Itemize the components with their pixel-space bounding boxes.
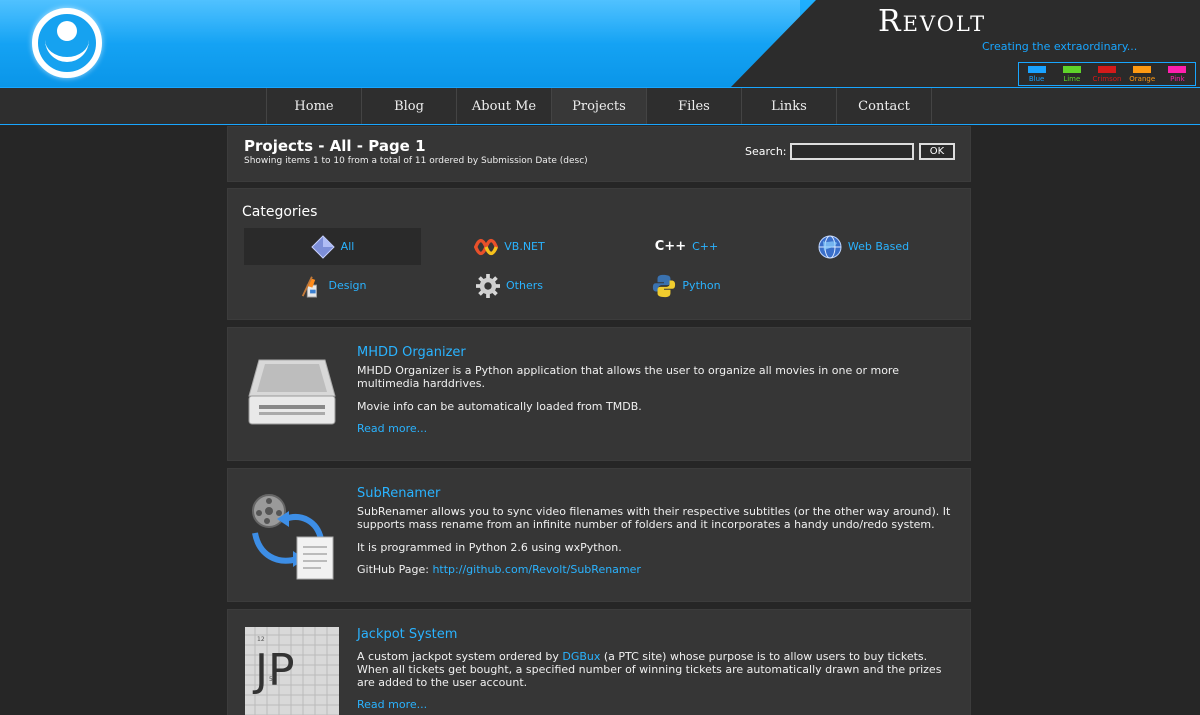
theme-crimson-label: Crimson [1092,75,1122,83]
category-cpp[interactable]: C++ C++ [598,228,775,265]
categories-heading: Categories [242,204,318,220]
header-gloss [0,0,800,44]
project-title[interactable]: SubRenamer [357,486,440,501]
globe-icon [818,235,842,259]
project-description-part: A custom jackpot system ordered by [357,650,559,663]
category-web-based-label: Web Based [847,240,910,253]
project-description: MHDD Organizer is a Python application t… [357,364,899,390]
github-label: GitHub Page: [357,563,429,576]
category-all[interactable]: All [244,228,421,265]
project-card: 12 53 JP Jackpot System A custom jackpot… [227,609,971,715]
nav-links[interactable]: Links [742,88,837,124]
diamond-icon [310,234,335,259]
project-description-extra: Movie info can be automatically loaded f… [357,400,642,413]
theme-orange-label: Orange [1129,75,1156,83]
cpp-logo-icon: C++ [654,239,687,254]
theme-switcher: Blue Lime Crimson Orange Pink [1018,62,1196,86]
nav-home[interactable]: Home [267,88,362,124]
theme-blue-label: Blue [1028,75,1045,83]
nav-projects[interactable]: Projects [552,88,647,124]
theme-pink[interactable]: Pink [1163,65,1192,83]
category-others[interactable]: Others [421,267,598,304]
read-more-link[interactable]: Read more... [357,698,427,711]
page-subtitle: Showing items 1 to 10 from a total of 11… [244,156,588,166]
python-icon [652,274,676,298]
search-input[interactable] [790,143,914,160]
paint-brush-icon [299,274,323,298]
main-nav: Home Blog About Me Projects Files Links … [0,87,1200,125]
dgbux-link[interactable]: DGBux [562,650,600,663]
category-web-based[interactable]: Web Based [775,228,952,265]
tagline: Creating the extraordinary... [982,40,1138,53]
read-more-link[interactable]: Read more... [357,422,427,435]
category-others-label: Others [506,279,543,292]
theme-lime[interactable]: Lime [1057,65,1086,83]
category-design-label: Design [328,279,367,292]
logo-arc [45,36,89,62]
page-header-panel: Projects - All - Page 1 Showing items 1 … [227,126,971,182]
theme-crimson[interactable]: Crimson [1092,65,1121,83]
theme-pink-label: Pink [1170,75,1185,83]
theme-blue[interactable]: Blue [1022,65,1051,83]
project-card: MHDD Organizer MHDD Organizer is a Pytho… [227,327,971,461]
categories-panel: Categories All VB.NET C++ C++ Web Based … [227,188,971,320]
nav-contact[interactable]: Contact [837,88,932,124]
nav-files[interactable]: Files [647,88,742,124]
jackpot-thumb-text: JP [255,645,295,696]
project-description: SubRenamer allows you to sync video file… [357,505,951,531]
category-vbnet[interactable]: VB.NET [421,228,598,265]
category-design[interactable]: Design [244,267,421,304]
jackpot-thumbnail[interactable]: 12 53 JP [245,627,339,715]
visual-studio-icon [474,235,499,259]
project-description-extra: It is programmed in Python 2.6 using wxP… [357,541,622,554]
hard-drive-icon[interactable] [245,356,339,432]
theme-lime-label: Lime [1063,75,1081,83]
category-python[interactable]: Python [598,267,775,304]
category-cpp-label: C++ [692,240,719,253]
search-label: Search: [745,145,787,158]
project-title[interactable]: Jackpot System [357,627,457,642]
page-title: Projects - All - Page 1 [244,137,426,155]
nav-blog[interactable]: Blog [362,88,457,124]
nav-about-me[interactable]: About Me [457,88,552,124]
site-logo[interactable] [32,8,102,78]
project-description: A custom jackpot system ordered by DGBux… [357,650,957,689]
project-title[interactable]: MHDD Organizer [357,345,466,360]
jackpot-thumb-number: 12 [257,636,265,643]
theme-orange[interactable]: Orange [1128,65,1157,83]
site-header: Revolt Creating the extraordinary... Blu… [0,0,1200,88]
category-all-label: All [340,240,355,253]
project-card: SubRenamer SubRenamer allows you to sync… [227,468,971,602]
category-python-label: Python [682,279,721,292]
video-subtitle-sync-icon[interactable] [245,493,335,585]
brand-title: Revolt [878,4,987,39]
search-ok-button[interactable]: OK [919,143,955,160]
gear-icon [476,273,501,298]
github-link[interactable]: http://github.com/Revolt/SubRenamer [432,563,640,576]
category-vbnet-label: VB.NET [504,240,545,253]
